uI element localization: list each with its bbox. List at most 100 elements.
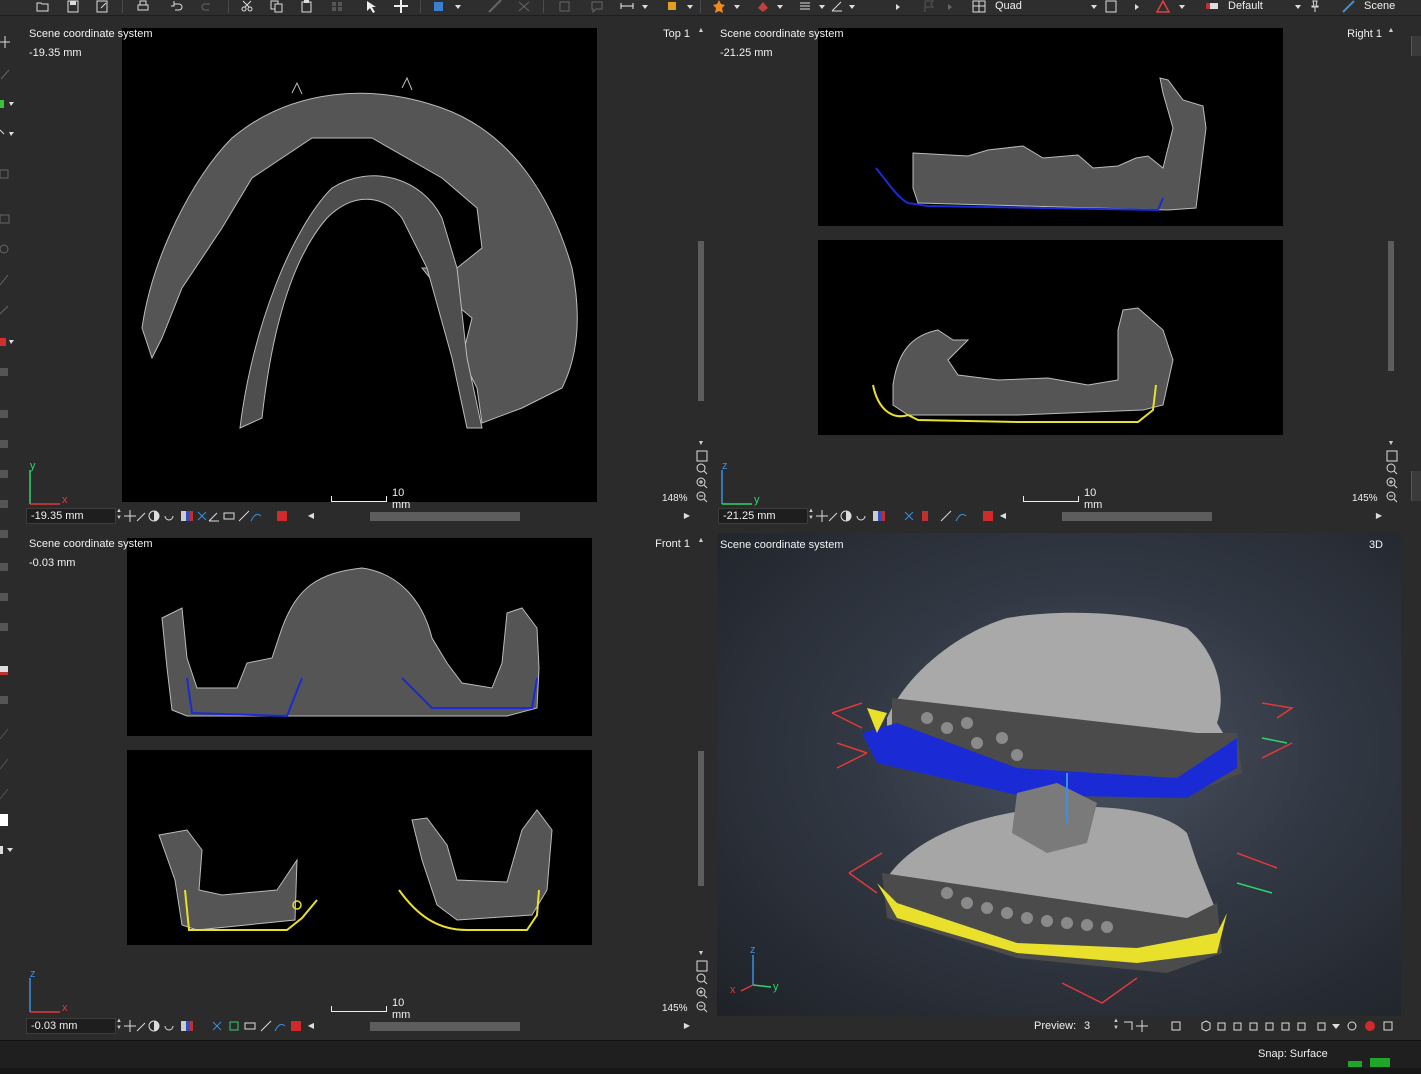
smooth-tool-icon[interactable] (0, 788, 14, 800)
paste-icon[interactable] (300, 0, 314, 13)
zoom-in-icon[interactable] (1385, 477, 1399, 489)
scroll-down-icon[interactable]: ▼ (697, 950, 705, 958)
layers-dropdown-icon[interactable] (818, 2, 826, 10)
hex-icon[interactable] (1200, 1020, 1212, 1032)
zoom-in-icon[interactable] (695, 477, 709, 489)
ruler-tool-icon[interactable] (244, 1020, 256, 1032)
scale-tool-icon[interactable] (1122, 1020, 1134, 1032)
paint-tool-icon[interactable] (0, 664, 14, 676)
slice-image-top[interactable] (122, 28, 597, 502)
slice-position-input[interactable]: -0.03 mm (26, 1018, 116, 1034)
scissors-icon[interactable] (903, 510, 915, 522)
green-marker-icon[interactable] (228, 1020, 240, 1032)
save-as-icon[interactable] (95, 0, 109, 13)
line-tool-icon[interactable] (0, 728, 14, 740)
favorite-dropdown-icon[interactable] (733, 2, 741, 10)
contrast-icon[interactable] (840, 510, 852, 522)
lut-icon[interactable] (873, 510, 885, 522)
select-icon[interactable] (364, 0, 378, 13)
viewport-front-vscroll[interactable]: ▲ ▼ (696, 536, 706, 961)
cube-right-icon[interactable] (1264, 1020, 1276, 1032)
zoom-icon[interactable] (695, 973, 709, 985)
view-cube-icon[interactable] (432, 0, 446, 13)
scissors-icon[interactable] (196, 510, 208, 522)
right-side-panel-collapsed[interactable] (1409, 16, 1421, 1040)
scroll-right-icon[interactable]: ▶ (682, 1021, 692, 1031)
scroll-down-icon[interactable]: ▼ (1387, 440, 1395, 448)
ruler-dropdown-icon[interactable] (641, 2, 649, 10)
curve-measure-icon[interactable] (250, 510, 262, 522)
viewport-right-hscroll[interactable]: ◀ ▶ (998, 510, 1386, 522)
move-tool-icon[interactable] (1136, 1020, 1148, 1032)
book-overflow-icon[interactable] (1133, 2, 1141, 10)
grid-icon[interactable] (330, 0, 344, 13)
ruler-icon[interactable] (620, 0, 634, 13)
preset-dropdown-icon[interactable] (1294, 2, 1302, 10)
viewport-name[interactable]: Front 1 (618, 538, 690, 550)
pipette-icon[interactable] (136, 1020, 148, 1032)
snapshot-icon[interactable] (290, 1020, 302, 1032)
viewport-top-hscroll[interactable]: ◀ ▶ (306, 510, 694, 522)
settings-icon[interactable] (1346, 1020, 1358, 1032)
angle-icon[interactable] (830, 0, 844, 13)
cube-front-icon[interactable] (1216, 1020, 1228, 1032)
ruler-tool-icon[interactable] (940, 510, 952, 522)
viewport-top-vscroll[interactable]: ▲ ▼ (696, 26, 706, 451)
crosshair-toggle-icon[interactable] (124, 510, 136, 522)
lut-icon[interactable] (181, 510, 193, 522)
slice-spinner-icon[interactable]: ▲ ▼ (807, 508, 815, 524)
rotate-icon[interactable] (163, 1020, 175, 1032)
crosshair-toggle-icon[interactable] (124, 1020, 136, 1032)
viewport-3d[interactable]: Scene coordinate system 3D z y x (717, 533, 1401, 1016)
copy-tool-icon[interactable] (0, 528, 14, 540)
render-dropdown-icon[interactable] (776, 2, 784, 10)
sphere-tool-icon[interactable] (0, 243, 14, 255)
scroll-left-icon[interactable]: ◀ (998, 511, 1008, 521)
maximize-icon[interactable] (1382, 1020, 1394, 1032)
slice-spinner-icon[interactable]: ▲ ▼ (115, 508, 123, 524)
pin-icon[interactable] (1308, 0, 1322, 13)
viewport-right-vscroll[interactable]: ▲ ▼ (1386, 26, 1396, 451)
merge-tool-icon[interactable] (0, 468, 14, 480)
layers-icon[interactable] (798, 0, 812, 13)
preset-select[interactable]: Default (1228, 0, 1263, 13)
viewport-name[interactable]: Top 1 (618, 28, 690, 40)
color-tool-icon[interactable] (0, 336, 14, 348)
favorite-star-icon[interactable] (712, 0, 726, 13)
slice-tool-icon[interactable] (0, 621, 14, 633)
view-tool-icon[interactable] (1170, 1020, 1182, 1032)
scroll-up-icon[interactable]: ▲ (1387, 27, 1395, 35)
move-icon[interactable] (394, 0, 408, 13)
texture-tool-icon[interactable] (0, 694, 14, 706)
slice-image-right-upper[interactable] (818, 28, 1283, 226)
clip-tool-icon[interactable] (0, 591, 14, 603)
scene-icon[interactable] (1342, 0, 1356, 13)
slice-image-front-lower[interactable] (127, 750, 592, 945)
spline-tool-icon[interactable] (0, 758, 14, 770)
fit-view-icon[interactable] (1385, 450, 1399, 462)
toolbar-overflow-icon[interactable] (894, 2, 902, 10)
cube-tool-icon[interactable] (0, 168, 14, 180)
white-swatch-icon[interactable] (0, 814, 14, 826)
slice-spinner-icon[interactable]: ▲ ▼ (115, 1018, 123, 1034)
crosshair-tool-icon[interactable] (0, 36, 14, 48)
zoom-out-icon[interactable] (695, 491, 709, 503)
zoom-in-icon[interactable] (695, 987, 709, 999)
region-tool-icon[interactable] (0, 98, 14, 110)
save-icon[interactable] (66, 0, 80, 13)
render-icon[interactable] (756, 0, 770, 13)
slice-image-right-lower[interactable] (818, 240, 1283, 435)
annotation-dropdown-icon[interactable] (686, 2, 694, 10)
layout-dropdown-icon[interactable] (1090, 2, 1098, 10)
book-icon[interactable] (1104, 0, 1118, 13)
scroll-up-icon[interactable]: ▲ (697, 27, 705, 35)
ruler-tool-icon[interactable] (223, 510, 235, 522)
annotation-icon[interactable] (666, 0, 680, 13)
viewport-right[interactable]: Scene coordinate system -21.25 mm Right … (710, 26, 1402, 526)
zoom-icon[interactable] (695, 463, 709, 475)
box-tool-icon[interactable] (0, 213, 14, 225)
layout-grid-icon[interactable] (972, 0, 986, 13)
contrast-icon[interactable] (148, 1020, 160, 1032)
snap-mode-status[interactable]: Snap: Surface (1258, 1048, 1328, 1060)
copy-icon[interactable] (270, 0, 284, 13)
